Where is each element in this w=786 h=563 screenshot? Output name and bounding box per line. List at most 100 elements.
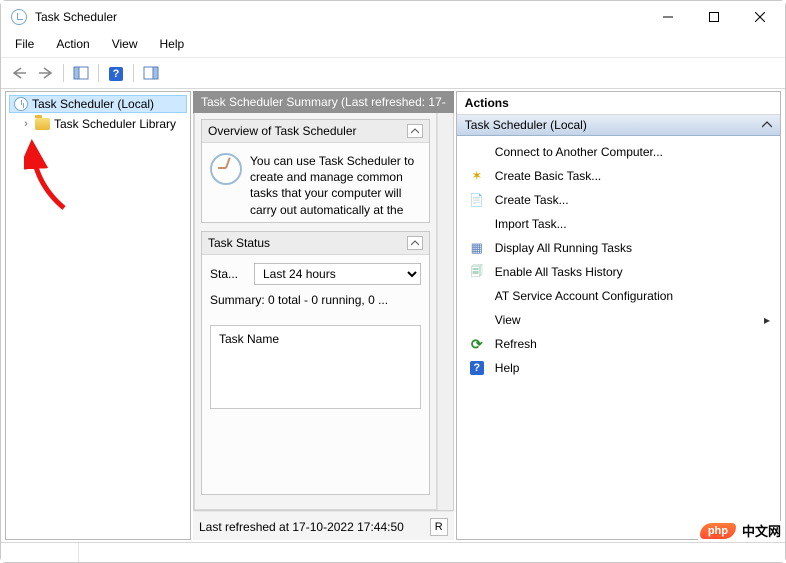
status-summary-text: Summary: 0 total - 0 running, 0 ... [202,289,429,317]
scrollbar-vertical[interactable] [437,113,453,510]
action-pane-button[interactable] [139,62,163,84]
back-button[interactable] [7,62,31,84]
action-item-label: Enable All Tasks History [495,265,623,279]
task-name-header: Task Name [219,332,279,346]
history-icon [469,264,485,280]
app-clock-icon [11,9,27,25]
action-item[interactable]: Import Task... [459,212,778,236]
task-name-listbox[interactable]: Task Name [210,325,421,409]
close-button[interactable] [737,2,783,32]
overview-clock-icon [210,153,242,185]
action-item-label: View [495,313,521,327]
summary-footer: Last refreshed at 17-10-2022 17:44:50 R [193,511,454,540]
summary-header: Task Scheduler Summary (Last refreshed: … [193,91,454,113]
tree-root-node[interactable]: Task Scheduler (Local) [9,95,187,113]
blank-icon [469,216,485,232]
blank-icon [469,312,485,328]
action-item[interactable]: Refresh [459,332,778,356]
overview-title: Overview of Task Scheduler [208,124,357,138]
action-item-label: Refresh [495,337,537,351]
task-status-section: Task Status Sta... Last 24 hours Summary… [201,231,430,495]
last-refreshed-text: Last refreshed at 17-10-2022 17:44:50 [199,520,404,534]
action-item[interactable]: Help [459,356,778,380]
forward-button[interactable] [34,62,58,84]
blank-icon [469,288,485,304]
arrow-right-icon [38,66,54,80]
chevron-up-icon [411,240,419,246]
close-icon [755,12,765,22]
expander-icon[interactable]: › [21,118,31,130]
actions-group-title: Task Scheduler (Local) [465,118,587,132]
action-item-label: Help [495,361,520,375]
collapse-button[interactable] [407,124,423,138]
grid-icon [469,240,485,256]
folder-icon [35,118,50,130]
toolbar-separator [63,64,64,82]
clock-icon [14,97,28,111]
action-item-label: Create Basic Task... [495,169,602,183]
actions-group-header[interactable]: Task Scheduler (Local) [457,115,780,136]
refresh-now-button[interactable]: R [430,518,448,536]
summary-pane: Task Scheduler Summary (Last refreshed: … [193,91,454,540]
titlebar: Task Scheduler [1,1,785,33]
collapse-button[interactable] [407,236,423,250]
menubar: File Action View Help [1,33,785,58]
page-icon [469,192,485,208]
status-period-label: Sta... [210,267,246,281]
menu-help[interactable]: Help [156,35,189,53]
arrow-left-icon [11,66,27,80]
task-status-title: Task Status [208,236,270,250]
action-item-label: Connect to Another Computer... [495,145,663,159]
actions-pane-title: Actions [457,92,780,115]
help-button[interactable] [104,62,128,84]
action-item-label: AT Service Account Configuration [495,289,673,303]
action-item[interactable]: Display All Running Tasks [459,236,778,260]
action-item[interactable]: Connect to Another Computer... [459,140,778,164]
maximize-button[interactable] [691,2,737,32]
annotation-arrow-icon [24,138,80,218]
watermark: php 中文网 [698,521,783,540]
menu-file[interactable]: File [11,35,38,53]
watermark-badge: php [700,523,736,539]
refresh-icon [469,336,485,352]
statusbar-cell [1,543,79,562]
tree-root-label: Task Scheduler (Local) [32,97,154,111]
status-period-select[interactable]: Last 24 hours [254,263,421,285]
toolbar-separator [98,64,99,82]
chevron-right-icon: ▸ [764,313,770,327]
overview-text: You can use Task Scheduler to create and… [250,153,421,218]
tree-child-label: Task Scheduler Library [54,117,176,131]
blank-icon [469,144,485,160]
pane-icon [73,66,89,80]
tree-pane: Task Scheduler (Local) › Task Scheduler … [5,91,191,540]
help-icon [109,66,123,81]
action-item-label: Display All Running Tasks [495,241,632,255]
watermark-text: 中文网 [742,521,781,540]
pane-right-icon [143,66,159,80]
help-icon [469,360,485,376]
action-item[interactable]: Create Basic Task... [459,164,778,188]
action-item-label: Create Task... [495,193,569,207]
tree-child-node[interactable]: › Task Scheduler Library [9,115,187,133]
action-item[interactable]: AT Service Account Configuration [459,284,778,308]
chevron-up-icon [411,128,419,134]
actions-pane: Actions Task Scheduler (Local) Connect t… [456,91,781,540]
maximize-icon [709,12,719,22]
toolbar [1,58,785,89]
console-tree-button[interactable] [69,62,93,84]
chevron-up-icon [762,121,772,129]
main-area: Task Scheduler (Local) › Task Scheduler … [1,89,785,542]
action-item[interactable]: Enable All Tasks History [459,260,778,284]
window-title: Task Scheduler [35,10,117,24]
yellow-star-icon [469,168,485,184]
menu-view[interactable]: View [108,35,142,53]
minimize-button[interactable] [645,2,691,32]
action-item-label: Import Task... [495,217,567,231]
minimize-icon [663,12,673,22]
action-item[interactable]: Create Task... [459,188,778,212]
toolbar-separator [133,64,134,82]
menu-action[interactable]: Action [52,35,93,53]
statusbar [1,542,785,562]
action-item[interactable]: View ▸ [459,308,778,332]
actions-list: Connect to Another Computer... Create Bas… [457,136,780,384]
